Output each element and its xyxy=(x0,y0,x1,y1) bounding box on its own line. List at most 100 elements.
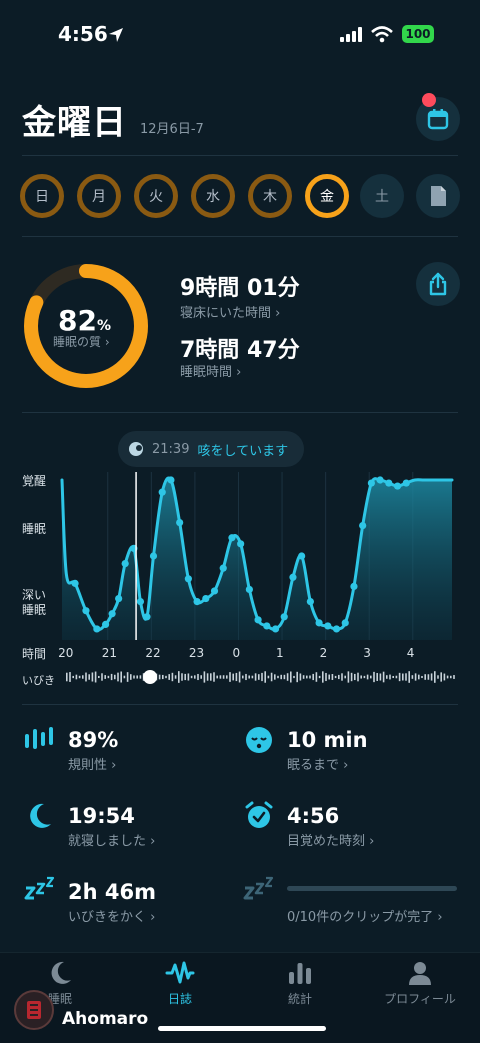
sleep-time-link[interactable]: 睡眠時間 › xyxy=(180,361,241,380)
y-label-awake: 覚醒 xyxy=(22,474,47,488)
snore-bar xyxy=(94,671,97,683)
snore-bar xyxy=(376,673,378,681)
fall-asleep-link[interactable]: 眠るまで › xyxy=(287,754,348,773)
day-thursday[interactable]: 木 xyxy=(248,174,292,218)
snore-bar xyxy=(402,673,404,681)
snore-bar xyxy=(318,675,321,679)
bedtime-link[interactable]: 就寝しました › xyxy=(68,830,155,849)
snore-bar xyxy=(75,674,78,680)
snore-bar xyxy=(309,675,311,679)
snore-bar xyxy=(443,673,446,681)
sleep-data-point xyxy=(210,587,219,595)
sleep-data-point xyxy=(108,610,116,618)
sleep-data-point xyxy=(149,552,158,560)
snore-icon xyxy=(24,876,55,900)
snore-bar xyxy=(126,672,129,682)
snore-bar xyxy=(306,675,308,679)
snore-bar xyxy=(72,675,74,679)
snore-bar xyxy=(184,673,186,681)
battery-indicator: 100 xyxy=(402,25,434,43)
seal-icon xyxy=(27,1001,41,1019)
snore-bar xyxy=(168,674,170,680)
y-label-sleep: 睡眠 xyxy=(22,522,47,536)
wake-time-value: 4:56 xyxy=(287,804,340,828)
snoring-link[interactable]: いびきをかく › xyxy=(68,906,155,925)
sleep-face-icon xyxy=(246,727,272,753)
tab-journal[interactable]: 日誌 xyxy=(120,958,240,1007)
snore-bar xyxy=(446,675,449,679)
day-tuesday[interactable]: 火 xyxy=(134,174,178,218)
wake-time-link[interactable]: 目覚めた時刻 › xyxy=(287,830,374,849)
snore-bar xyxy=(411,675,414,679)
snore-bar xyxy=(302,675,305,679)
snore-bar xyxy=(453,675,455,679)
snore-bar xyxy=(232,673,234,681)
home-indicator xyxy=(158,1026,326,1031)
snore-track[interactable] xyxy=(64,668,456,686)
sleep-data-point xyxy=(289,573,297,581)
bars-icon xyxy=(289,963,311,984)
snore-bar xyxy=(229,672,231,682)
sleep-data-point xyxy=(228,534,236,542)
snore-bar xyxy=(366,674,369,680)
snore-bar xyxy=(110,673,113,681)
sleep-data-point xyxy=(298,552,306,560)
sleep-stage-chart[interactable] xyxy=(60,472,456,640)
snore-bar xyxy=(85,672,87,682)
snore-bar xyxy=(203,671,206,683)
x-tick-label: 23 xyxy=(188,646,205,660)
report-button[interactable] xyxy=(416,174,460,218)
sleep-data-point xyxy=(376,476,384,484)
tab-profile[interactable]: プロフィール xyxy=(360,958,480,1007)
snore-bar xyxy=(270,672,273,682)
snore-bar xyxy=(101,673,103,681)
tab-stats[interactable]: 統計 xyxy=(240,958,360,1007)
clip-progress-link[interactable]: 0/10件のクリップが完了 › xyxy=(287,906,443,925)
snore-track-label: いびき xyxy=(22,674,55,687)
snore-bar xyxy=(123,675,126,679)
snore-bar xyxy=(277,675,279,679)
snore-bar xyxy=(104,675,106,679)
snore-bar xyxy=(178,671,180,683)
sleep-data-point xyxy=(359,522,367,530)
sleep-quality-link[interactable]: 睡眠の質 › xyxy=(53,333,110,350)
snore-bar xyxy=(363,675,366,679)
sleep-data-point xyxy=(280,613,288,621)
sleep-data-point xyxy=(82,607,90,615)
time-in-bed-value: 9時間 01分 xyxy=(180,276,300,301)
sleep-data-point xyxy=(263,622,271,630)
event-text: 咳をしています xyxy=(197,443,289,459)
status-time: 4:56 xyxy=(58,22,108,46)
snore-bar xyxy=(274,674,276,680)
day-friday[interactable]: 金 xyxy=(305,174,349,218)
day-sunday[interactable]: 日 xyxy=(20,174,64,218)
watermark-avatar xyxy=(14,990,54,1030)
share-button[interactable] xyxy=(416,262,460,306)
time-in-bed-link[interactable]: 寝床にいた時間 › xyxy=(180,302,280,321)
snore-bar xyxy=(418,674,420,680)
sleep-data-point xyxy=(367,479,375,487)
snore-bar xyxy=(280,674,282,680)
day-monday[interactable]: 月 xyxy=(77,174,121,218)
snore-bar xyxy=(242,675,244,679)
snore-bar xyxy=(267,675,270,679)
snore-bar xyxy=(120,671,122,683)
day-saturday[interactable]: 土 xyxy=(360,174,404,218)
snore-bar xyxy=(251,675,254,679)
snore-bar xyxy=(69,672,71,682)
snore-scrubber-handle[interactable] xyxy=(143,670,158,684)
sleep-data-point xyxy=(143,613,151,621)
sleep-data-point xyxy=(101,620,110,628)
snore-bar xyxy=(258,674,260,680)
snore-bar xyxy=(421,675,423,679)
snore-bar xyxy=(398,672,401,682)
fall-asleep-value: 10 min xyxy=(287,728,368,752)
day-wednesday[interactable]: 水 xyxy=(191,174,235,218)
snore-bar xyxy=(213,672,215,682)
tab-stats-label: 統計 xyxy=(287,992,312,1006)
bedtime-value: 19:54 xyxy=(68,804,135,828)
event-pill[interactable]: 21:39 咳をしています xyxy=(118,431,305,467)
regularity-link[interactable]: 規則性 › xyxy=(68,754,116,773)
snore-bar xyxy=(174,675,177,679)
snore-bar xyxy=(296,671,298,683)
